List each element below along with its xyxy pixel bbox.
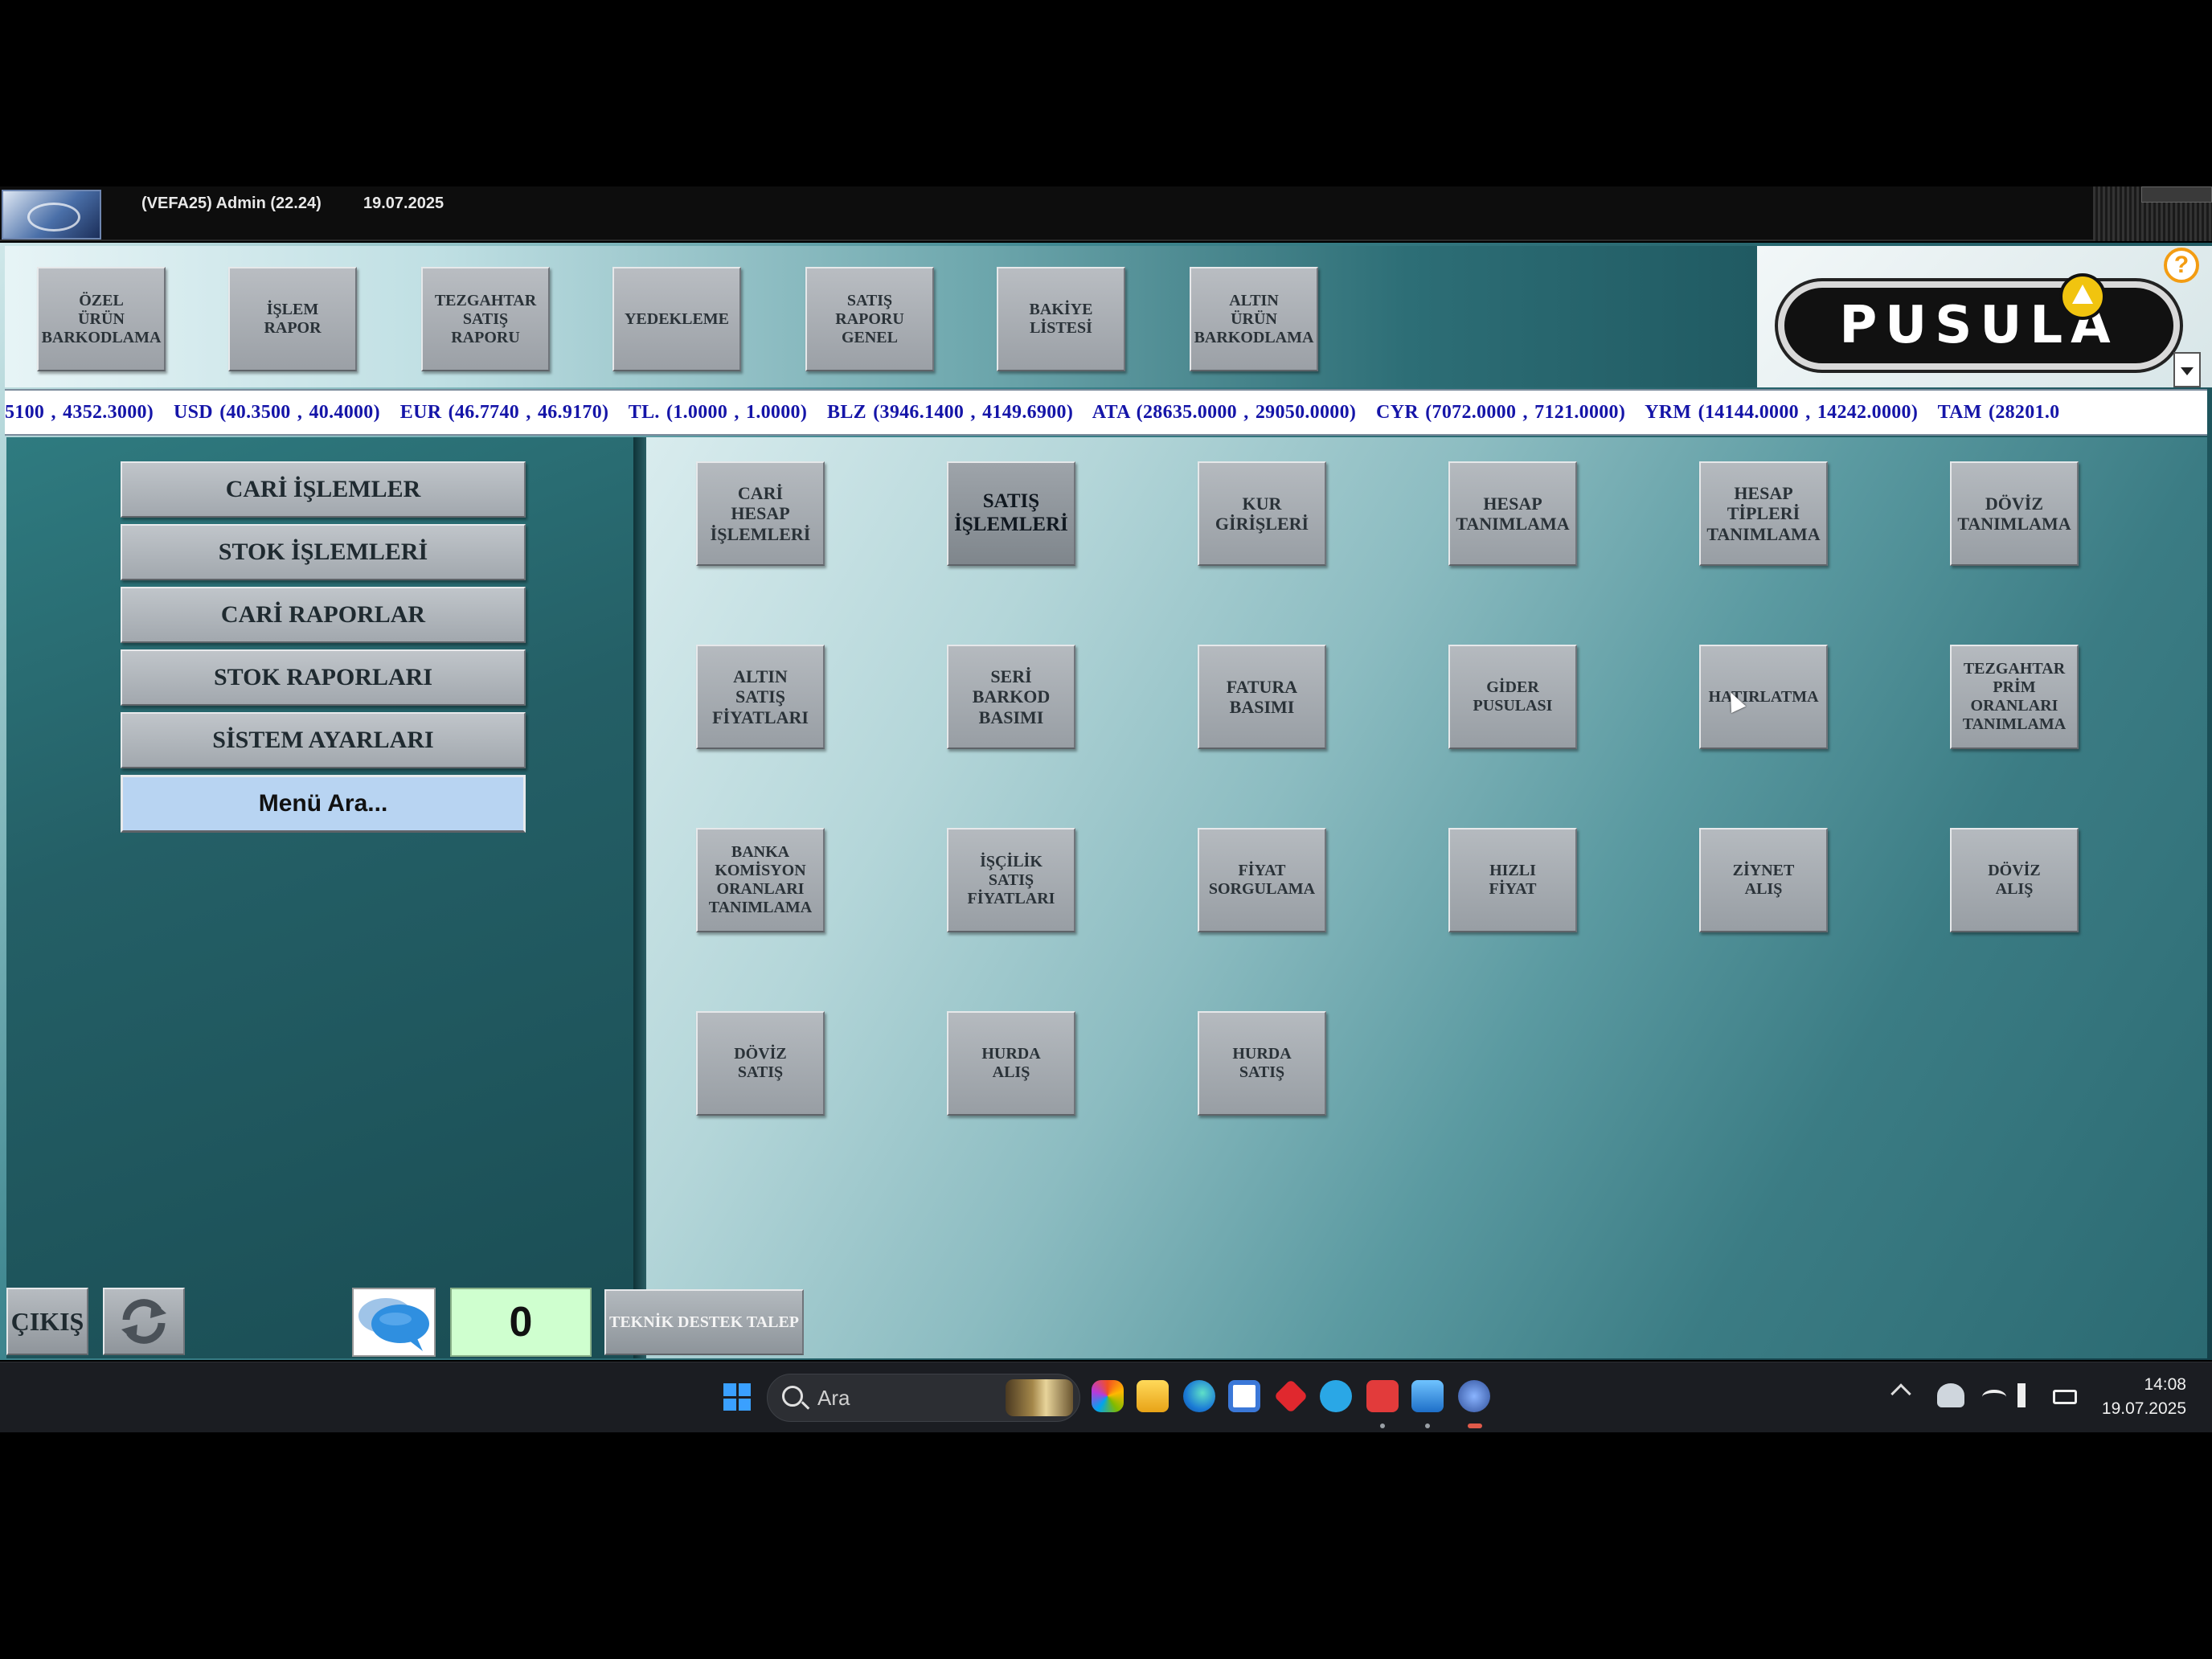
notification-counter: 0 [450,1288,592,1357]
taskbar-search[interactable]: Ara [767,1374,1080,1422]
battery-icon[interactable] [2053,1390,2077,1404]
store-icon[interactable] [1228,1380,1260,1412]
running-indicator [1425,1423,1430,1428]
menu-cari-raporlar[interactable]: CARİ RAPORLAR [121,587,526,643]
grid-button-cari-hesap-islemleri[interactable]: CARİ HESAP İŞLEMLERİ [696,461,825,566]
photos-icon[interactable] [1411,1380,1444,1412]
wifi-icon[interactable] [1982,1390,2006,1404]
grid-button-hurda-satis[interactable]: HURDA SATIŞ [1198,1011,1326,1116]
brand-area: PUSULA [1757,246,2212,387]
anydesk-icon[interactable] [1366,1380,1399,1412]
file-explorer-icon[interactable] [1137,1380,1169,1412]
grid-button-altin-satis-fiyatlari[interactable]: ALTIN SATIŞ FİYATLARI [696,645,825,749]
menu-stok-raporlari[interactable]: STOK RAPORLARI [121,649,526,706]
menu-sistem-ayarlari[interactable]: SİSTEM AYARLARI [121,712,526,768]
menu-stok-islemleri[interactable]: STOK İŞLEMLERİ [121,524,526,580]
os-taskbar: Ara 14:08 19.07.2025 [0,1362,2212,1432]
search-icon [782,1386,803,1407]
onedrive-icon[interactable] [1937,1383,1964,1407]
grid-button-hurda-alis[interactable]: HURDA ALIŞ [947,1011,1075,1116]
chevron-down-icon[interactable] [2173,352,2201,387]
app-title-bar: (VEFA25) Admin (22.24) 19.07.2025 [0,186,2212,241]
copilot-icon[interactable] [1092,1380,1124,1412]
toolbar-button-altin-urun-barkodlama[interactable]: ALTIN ÜRÜN BARKODLAMA [1190,267,1318,371]
volume-icon[interactable] [2017,1383,2037,1407]
grid-button-hesap-tanimlama[interactable]: HESAP TANIMLAMA [1448,461,1577,566]
pusula-logo: PUSULA [1778,281,2180,370]
grid-button-hizli-fiyat[interactable]: HIZLI FİYAT [1448,828,1577,932]
chevron-up-icon[interactable] [1890,1383,1911,1404]
grid-button-fatura-basimi[interactable]: FATURA BASIMI [1198,645,1326,749]
grid-button-doviz-tanimlama[interactable]: DÖVİZ TANIMLAMA [1950,461,2079,566]
toolbar-button-yedekleme[interactable]: YEDEKLEME [612,267,741,371]
help-app-icon[interactable] [1320,1380,1352,1412]
grid-button-tezgahtar-prim-oranlari-tanimlama[interactable]: TEZGAHTAR PRİM ORANLARI TANIMLAMA [1950,645,2079,749]
panel-divider [633,437,646,1358]
grid-button-ziynet-alis[interactable]: ZİYNET ALIŞ [1699,828,1828,932]
compass-mark-icon [2059,273,2106,320]
function-grid: CARİ HESAP İŞLEMLERİ SATIŞ İŞLEMLERİ KUR… [646,437,2207,1358]
grid-button-banka-komisyon-oranlari-tanimlama[interactable]: BANKA KOMİSYON ORANLARI TANIMLAMA [696,828,825,932]
grid-button-doviz-satis[interactable]: DÖVİZ SATIŞ [696,1011,825,1116]
help-icon[interactable]: ? [2164,248,2199,283]
current-user: (VEFA25) Admin (22.24) [141,195,322,212]
pusula-app-icon[interactable] [1458,1380,1490,1412]
toolbar-button-ozel-urun-barkodlama[interactable]: ÖZEL ÜRÜN BARKODLAMA [37,267,166,371]
window-control-button[interactable] [2141,186,2212,203]
toolbar-button-satis-raporu-genel[interactable]: SATIŞ RAPORU GENEL [805,267,934,371]
windows-start-icon[interactable] [723,1383,751,1411]
screen: (VEFA25) Admin (22.24) 19.07.2025 ÖZEL Ü… [0,0,2212,1659]
edge-browser-icon[interactable] [1183,1380,1215,1412]
refresh-icon [121,1299,166,1344]
refresh-button[interactable] [103,1288,185,1355]
menu-search-button[interactable]: Menü Ara... [121,775,526,833]
chat-bubbles-icon [358,1298,429,1351]
grid-button-seri-barkod-basimi[interactable]: SERİ BARKOD BASIMI [947,645,1075,749]
grid-button-hatirlatma[interactable]: HATIRLATMA [1699,645,1828,749]
app-main-area: ÖZEL ÜRÜN BARKODLAMA İŞLEM RAPOR TEZGAHT… [0,243,2212,1360]
grid-button-hesap-tipleri-tanimlama[interactable]: HESAP TİPLERİ TANIMLAMA [1699,461,1828,566]
toolbar-button-bakiye-listesi[interactable]: BAKİYE LİSTESİ [997,267,1125,371]
technical-support-request-button[interactable]: TEKNİK DESTEK TALEP [604,1289,804,1355]
red-app-icon[interactable] [1273,1378,1309,1414]
grid-button-gider-pusulasi[interactable]: GİDER PUSULASI [1448,645,1577,749]
toolbar-button-tezgahtar-satis-raporu[interactable]: TEZGAHTAR SATIŞ RAPORU [421,267,550,371]
session-date: 19.07.2025 [363,195,444,212]
exit-button[interactable]: ÇIKIŞ [6,1288,88,1355]
currency-ticker: 5100 , 4352.3000) USD (40.3500 , 40.4000… [5,389,2207,436]
clock-date[interactable]: 19.07.2025 [2082,1399,2186,1419]
top-toolbar: ÖZEL ÜRÜN BARKODLAMA İŞLEM RAPOR TEZGAHT… [5,246,1757,387]
grid-button-fiyat-sorgulama[interactable]: FİYAT SORGULAMA [1198,828,1326,932]
grid-button-kur-girisleri[interactable]: KUR GİRİŞLERİ [1198,461,1326,566]
menu-cari-islemler[interactable]: CARİ İŞLEMLER [121,461,526,518]
app-logo [2,190,101,240]
search-highlight-image [1006,1379,1073,1416]
left-menu-panel: CARİ İŞLEMLER STOK İŞLEMLERİ CARİ RAPORL… [6,437,633,1358]
running-indicator [1380,1423,1385,1428]
currency-ticker-text: 5100 , 4352.3000) USD (40.3500 , 40.4000… [5,402,2060,423]
grid-button-satis-islemleri[interactable]: SATIŞ İŞLEMLERİ [947,461,1075,566]
chat-button[interactable] [352,1288,436,1357]
taskbar-search-label: Ara [817,1386,850,1410]
active-indicator [1468,1423,1482,1428]
grid-button-iscilik-satis-fiyatlari[interactable]: İŞÇİLİK SATIŞ FİYATLARI [947,828,1075,932]
clock-time[interactable]: 14:08 [2122,1375,2186,1395]
grid-button-doviz-alis[interactable]: DÖVİZ ALIŞ [1950,828,2079,932]
toolbar-button-islem-rapor[interactable]: İŞLEM RAPOR [228,267,357,371]
